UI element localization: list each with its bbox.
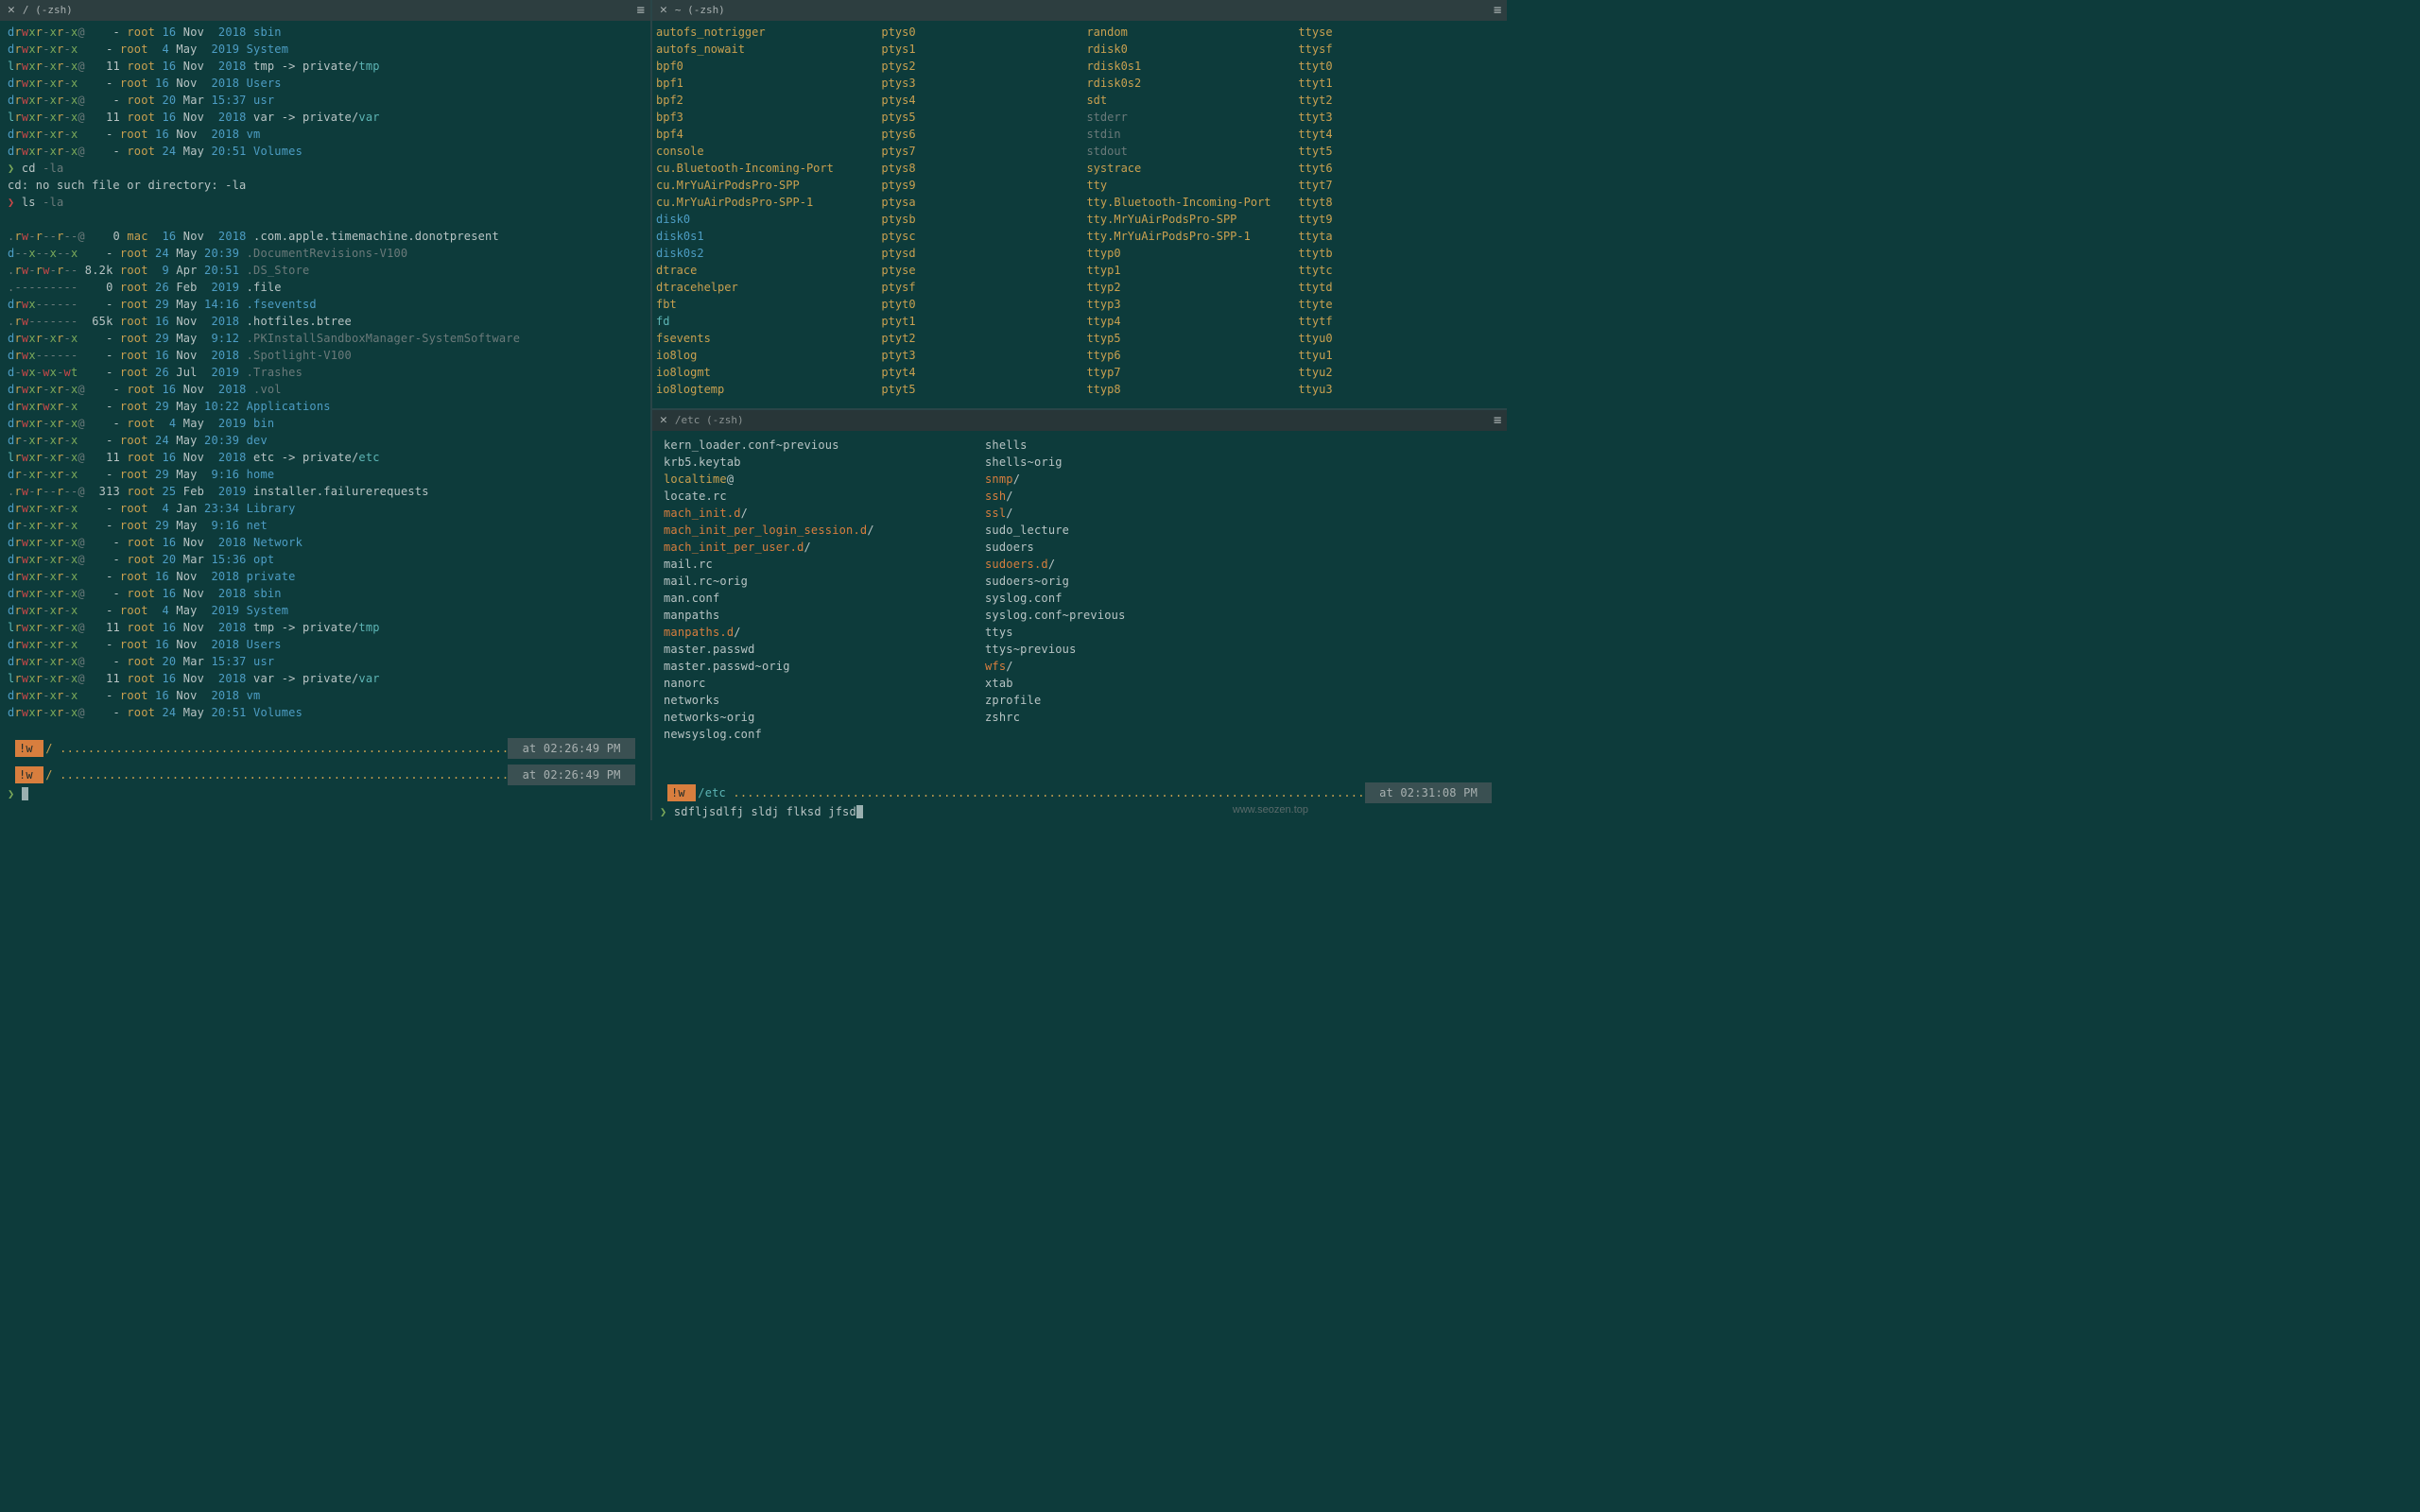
status-dots: ........................................… [60, 740, 508, 757]
watermark: www.seozen.top [1233, 802, 1308, 818]
tab-bar-right-top: ✕ ~ (-zsh) ≡ [652, 0, 1507, 21]
status-dots: ........................................… [60, 766, 508, 783]
status-path: / [43, 740, 60, 757]
terminal-output-etc[interactable]: kern_loader.conf~previouskrb5.keytabloca… [652, 431, 1507, 820]
status-time: at 02:26:49 PM [508, 765, 635, 785]
tab-title: / (-zsh) [23, 3, 637, 19]
close-icon[interactable]: ✕ [660, 1, 667, 20]
ls-column: random rdisk0 rdisk0s1 rdisk0s2 sdt stde… [1086, 24, 1298, 408]
ls-column: shellsshells~origsnmp/ssh/ssl/sudo_lectu… [985, 437, 1495, 782]
tab-title: ~ (-zsh) [675, 3, 1494, 19]
ls-column: autofs_notrigger autofs_nowait bpf0 bpf1… [656, 24, 881, 408]
status-mode: !w [15, 766, 43, 783]
menu-icon[interactable]: ≡ [1494, 1, 1499, 21]
status-time: at 02:26:49 PM [508, 738, 635, 759]
terminal-output-left[interactable]: drwxr-xr-x@ - root 16 Nov 2018 sbin drwx… [0, 21, 650, 820]
prompt-line[interactable]: ❯ sdfljsdlfj sldj flksd jfsd [660, 803, 1499, 820]
close-icon[interactable]: ✕ [660, 411, 667, 430]
status-path: / [43, 766, 60, 783]
status-mode: !w [667, 784, 696, 801]
menu-icon[interactable]: ≡ [637, 1, 643, 21]
status-line: !w / ...................................… [8, 765, 643, 785]
cursor [22, 787, 28, 800]
terminal-pane-left[interactable]: ✕ / (-zsh) ≡ drwxr-xr-x@ - root 16 Nov 2… [0, 0, 652, 820]
status-path: /etc [696, 784, 733, 801]
terminal-pane-right-bot[interactable]: ✕ /etc (-zsh) ≡ kern_loader.conf~previou… [652, 410, 1507, 820]
terminal-pane-right-top[interactable]: ✕ ~ (-zsh) ≡ autofs_notrigger autofs_now… [652, 0, 1507, 410]
close-icon[interactable]: ✕ [8, 1, 15, 20]
status-dots: ........................................… [733, 784, 1364, 801]
cursor [856, 805, 863, 818]
status-time: at 02:31:08 PM [1365, 782, 1493, 803]
menu-icon[interactable]: ≡ [1494, 411, 1499, 431]
status-line: !w / ...................................… [8, 738, 643, 759]
ls-column: ptys0 ptys1 ptys2 ptys3 ptys4 ptys5 ptys… [881, 24, 1086, 408]
terminal-output-dev[interactable]: autofs_notrigger autofs_nowait bpf0 bpf1… [652, 21, 1507, 408]
ls-column: kern_loader.conf~previouskrb5.keytabloca… [664, 437, 985, 782]
status-line: !w /etc ................................… [660, 782, 1499, 803]
tab-bar-left: ✕ / (-zsh) ≡ [0, 0, 650, 21]
tab-bar-right-bot: ✕ /etc (-zsh) ≡ [652, 410, 1507, 431]
tab-title: /etc (-zsh) [675, 413, 1494, 429]
status-mode: !w [15, 740, 43, 757]
ls-column: ttyse ttysf ttyt0 ttyt1 ttyt2 ttyt3 ttyt… [1298, 24, 1503, 408]
